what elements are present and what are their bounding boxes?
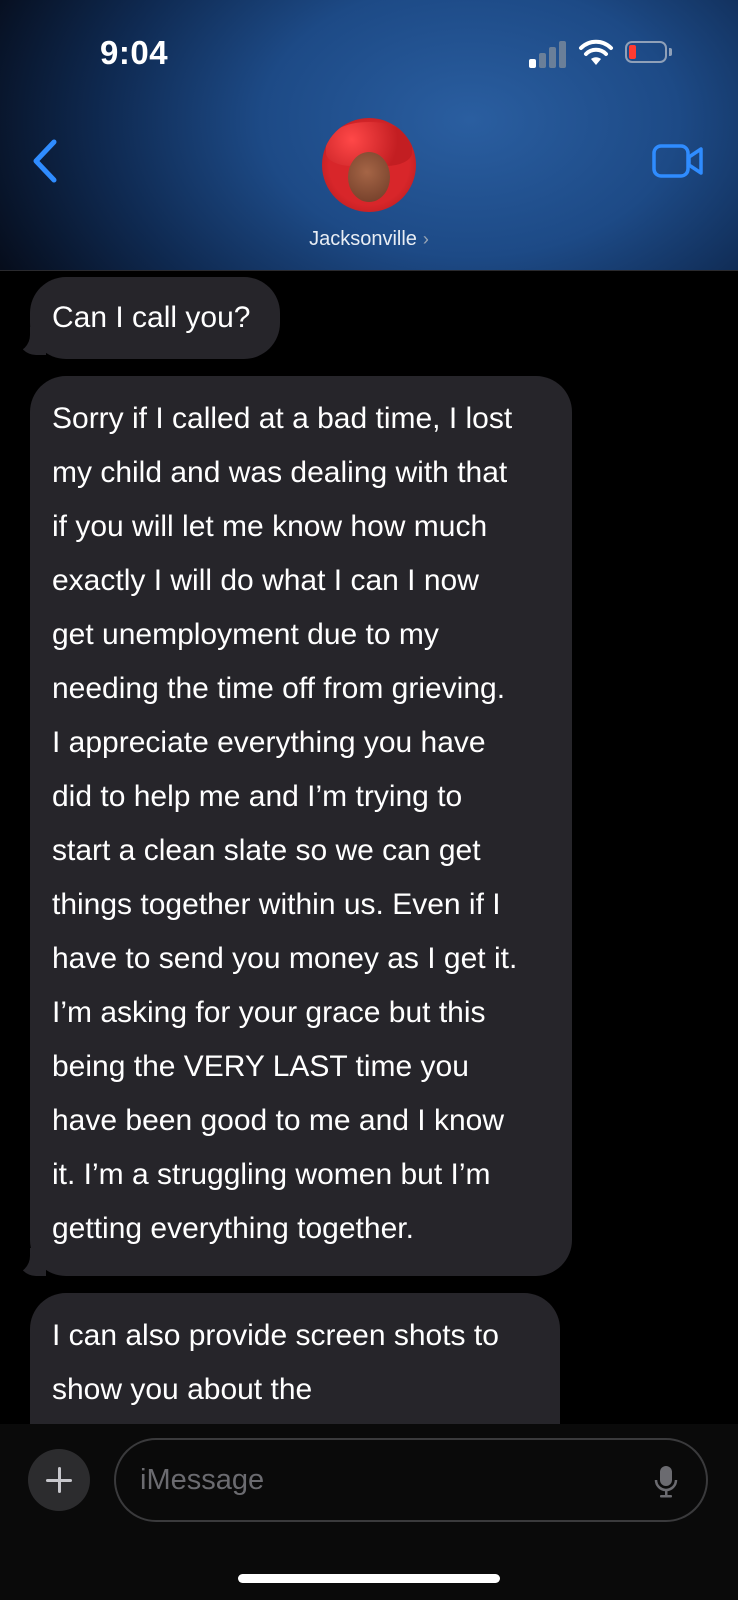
imessage-input[interactable]: iMessage [114, 1438, 708, 1522]
message-line: exactly I will do what I can I now [52, 564, 479, 597]
message-line: I appreciate everything you have [52, 726, 486, 759]
message-line: I’m asking for your grace but this [52, 996, 486, 1029]
message-line: if you will let me know how much [52, 510, 488, 543]
status-time: 9:04 [100, 34, 169, 71]
chevron-left-icon[interactable] [28, 138, 64, 184]
message-line: did to help me and I’m trying to [52, 780, 463, 813]
battery-icon [625, 41, 673, 65]
message-line: have been good to me and I know [52, 1104, 504, 1137]
message-bubble[interactable]: I can also provide screen shots to show … [30, 1293, 560, 1443]
message-text: Can I call you? [52, 301, 251, 334]
bubble-tail [8, 1244, 46, 1276]
conversation-header: 9:04 Jacksonville › [0, 0, 738, 271]
message-bubble[interactable]: Sorry if I called at a bad time, I lost … [30, 376, 572, 1276]
home-indicator[interactable] [238, 1574, 500, 1583]
imessage-placeholder: iMessage [140, 1464, 265, 1496]
message-line: start a clean slate so we can get [52, 834, 481, 867]
video-camera-icon[interactable] [652, 142, 704, 180]
microphone-icon[interactable] [654, 1464, 678, 1500]
message-line: get unemployment due to my [52, 618, 439, 651]
message-line: I can also provide screen shots to [52, 1319, 499, 1352]
message-line: things together within us. Even if I [52, 888, 501, 921]
wifi-icon [579, 39, 613, 65]
message-line: my child and was dealing with that [52, 456, 508, 489]
plus-icon[interactable] [28, 1449, 90, 1511]
bubble-tail [8, 323, 46, 355]
message-line: Sorry if I called at a bad time, I lost [52, 402, 513, 435]
contact-name: Jacksonville [309, 228, 417, 250]
contact-avatar[interactable] [322, 118, 416, 212]
message-line: needing the time off from grieving. [52, 672, 506, 705]
chevron-right-icon: › [422, 229, 429, 249]
message-line: being the VERY LAST time you [52, 1050, 469, 1083]
message-line: show you about the [52, 1373, 313, 1406]
message-line: getting everything together. [52, 1212, 414, 1245]
message-line: it. I’m a struggling women but I’m [52, 1158, 491, 1191]
cellular-signal-icon [529, 40, 567, 68]
contact-name-link[interactable]: Jacksonville › [0, 228, 738, 251]
message-bubble[interactable]: Can I call you? [30, 277, 280, 359]
message-line: have to send you money as I get it. [52, 942, 518, 975]
